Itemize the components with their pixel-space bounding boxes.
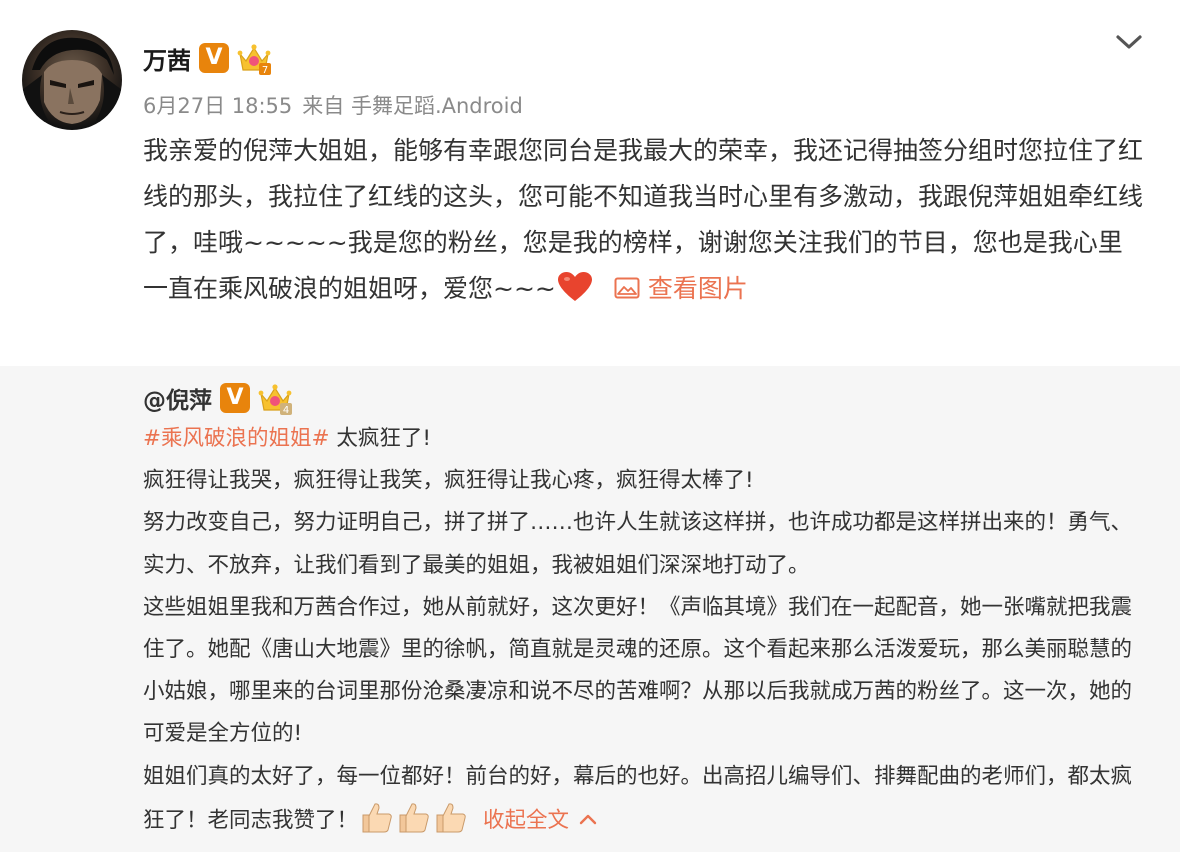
- repost-author-name[interactable]: @倪萍: [143, 381, 212, 415]
- collapse-label: 收起全文: [483, 807, 570, 833]
- repost-author-row: @倪萍 V 4: [143, 380, 292, 416]
- repost-paragraph-4-text: 姐姐们真的太好了，每一位都好！前台的好，幕后的也好。出高招儿编导们、排舞配曲的老…: [143, 763, 1133, 833]
- repost-first-line: #乘风破浪的姐姐# 太疯狂了!: [143, 418, 1143, 460]
- repost-card: @倪萍 V 4 #乘风破浪的姐姐# 太疯狂了! 疯狂得让我哭，疯狂得让我笑，疯狂…: [0, 366, 1180, 852]
- repost-first-line-text: 太疯狂了!: [329, 426, 431, 451]
- author-name[interactable]: 万茜: [143, 41, 191, 76]
- view-image-label: 查看图片: [647, 274, 748, 303]
- heart-emoji-icon: [556, 271, 594, 303]
- crown-level-icon: 7: [237, 41, 271, 75]
- post-header: 万茜 V 7 6月27日 18:55 来自 手舞足蹈.Android 我亲爱的倪…: [0, 0, 1180, 366]
- hashtag-link[interactable]: #乘风破浪的姐姐#: [143, 426, 330, 451]
- crown-level-icon: 4: [258, 381, 292, 415]
- crown-level-text: 4: [283, 405, 289, 415]
- collapse-text-button[interactable]: 收起全文: [483, 808, 597, 833]
- post-time: 6月27日 18:55: [143, 94, 293, 118]
- author-avatar[interactable]: [22, 30, 122, 130]
- thumbs-up-emoji-icon: [395, 799, 431, 835]
- verified-badge-icon: V: [199, 43, 229, 73]
- thumbs-up-emoji-icon: [432, 799, 468, 835]
- repost-paragraph-4: 姐姐们真的太好了，每一位都好！前台的好，幕后的也好。出高招儿编导们、排舞配曲的老…: [143, 756, 1143, 842]
- repost-paragraph-2: 努力改变自己，努力证明自己，拼了拼了……也许人生就该这样拼，也许成功都是这样拼出…: [143, 510, 1133, 578]
- crown-level-text: 7: [262, 65, 268, 75]
- repost-body: #乘风破浪的姐姐# 太疯狂了! 疯狂得让我哭，疯狂得让我笑，疯狂得让我心疼，疯狂…: [143, 418, 1143, 842]
- view-image-link[interactable]: 查看图片: [614, 274, 748, 303]
- image-icon: [614, 268, 640, 299]
- repost-paragraph-1: 疯狂得让我哭，疯狂得让我笑，疯狂得让我心疼，疯狂得太棒了!: [143, 468, 754, 494]
- author-name-row: 万茜 V 7: [143, 40, 271, 76]
- repost-paragraph-3: 这些姐姐里我和万茜合作过，她从前就好，这次更好！《声临其境》我们在一起配音，她一…: [143, 594, 1133, 747]
- post-body: 我亲爱的倪萍大姐姐，能够有幸跟您同台是我最大的荣幸，我还记得抽签分组时您拉住了红…: [143, 128, 1143, 312]
- post-meta: 6月27日 18:55 来自 手舞足蹈.Android: [143, 90, 523, 120]
- verified-badge-icon: V: [220, 383, 250, 413]
- chevron-up-icon: [579, 798, 597, 825]
- post-source: 来自 手舞足蹈.Android: [302, 94, 523, 118]
- chevron-down-icon[interactable]: [1112, 28, 1146, 56]
- thumbs-up-emoji-icon: [358, 799, 394, 835]
